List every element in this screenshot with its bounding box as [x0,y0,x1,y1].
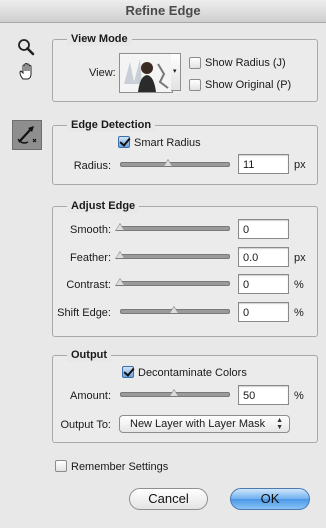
show-radius-label: Show Radius (J) [205,57,286,69]
radius-input[interactable]: 11 [238,154,289,174]
radius-slider-handle[interactable] [162,159,173,167]
adjust-edge-title: Adjust Edge [67,200,140,213]
view-mode-title: View Mode [67,33,132,46]
edge-detection-title: Edge Detection [67,119,156,132]
show-original-checkbox[interactable] [189,79,201,91]
contrast-input[interactable]: 0 [238,274,289,294]
view-label: View: [89,67,116,79]
ok-button[interactable]: OK [230,488,310,510]
shift-edge-label: Shift Edge: [57,307,111,319]
feather-input[interactable]: 0.0 [238,247,289,267]
smooth-input[interactable]: 0 [238,219,289,239]
decontaminate-colors-checkbox[interactable] [122,366,134,378]
zoom-icon[interactable] [17,38,35,56]
contrast-slider[interactable] [120,281,230,286]
output-title: Output [67,349,112,362]
smart-radius-checkbox[interactable] [118,136,130,148]
adjust-edge-group: Adjust Edge Smooth: 0 Feather: 0.0 px Co… [52,200,318,337]
radius-label: Radius: [73,160,111,172]
show-radius-checkbox[interactable] [189,57,201,69]
smooth-slider[interactable] [120,226,230,231]
cancel-button[interactable]: Cancel [129,488,208,510]
remember-settings-label: Remember Settings [71,461,169,473]
output-to-select[interactable]: New Layer with Layer Mask ▲ ▼ [119,415,290,433]
hand-icon[interactable] [17,62,37,82]
remember-settings-checkbox[interactable] [55,460,67,472]
window-title: Refine Edge [0,0,326,23]
view-mode-dropdown[interactable]: ▾ [171,53,181,91]
feather-slider-handle[interactable] [115,251,125,259]
decontaminate-colors-label: Decontaminate Colors [138,367,247,379]
amount-slider-handle[interactable] [169,389,179,397]
edge-detection-group: Edge Detection Smart Radius Radius: 11 p… [52,119,318,185]
show-original-label: Show Original (P) [205,79,292,91]
amount-label: Amount: [70,390,111,402]
shift-edge-unit: % [294,307,304,319]
shift-edge-input[interactable]: 0 [238,302,289,322]
smooth-slider-handle[interactable] [115,223,125,231]
contrast-unit: % [294,279,304,291]
smooth-label: Smooth: [70,224,111,236]
chevron-down-icon: ▾ [173,68,177,75]
view-mode-thumbnail[interactable] [119,53,173,93]
feather-unit: px [294,252,306,264]
shift-edge-slider-handle[interactable] [169,306,179,314]
amount-input[interactable]: 50 [238,385,289,405]
output-to-label: Output To: [60,419,111,431]
feather-slider[interactable] [120,254,230,259]
smart-radius-label: Smart Radius [134,137,201,149]
output-group: Output Decontaminate Colors Amount: 50 %… [52,349,318,443]
select-arrows-icon: ▲ ▼ [276,417,283,431]
amount-unit: % [294,390,304,402]
contrast-slider-handle[interactable] [115,278,125,286]
contrast-label: Contrast: [66,279,111,291]
radius-slider[interactable] [120,162,230,167]
output-to-value: New Layer with Layer Mask [130,418,266,430]
refine-radius-tool-icon[interactable] [12,120,42,150]
feather-label: Feather: [70,252,111,264]
radius-unit: px [294,159,306,171]
view-mode-group: View Mode View: ▾ Show Radius (J) Show O… [52,33,318,102]
